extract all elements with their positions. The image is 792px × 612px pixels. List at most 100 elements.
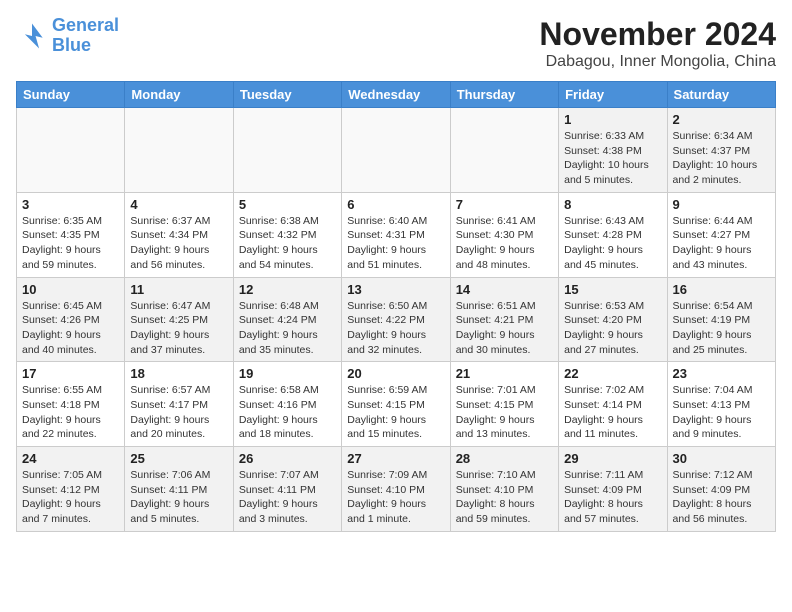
calendar-cell: 16Sunrise: 6:54 AM Sunset: 4:19 PM Dayli… — [667, 277, 775, 362]
logo-icon — [16, 20, 48, 52]
day-info: Sunrise: 7:06 AM Sunset: 4:11 PM Dayligh… — [130, 468, 227, 527]
day-number: 22 — [564, 366, 661, 381]
calendar-cell — [17, 108, 125, 193]
weekday-header: Wednesday — [342, 82, 450, 108]
calendar-cell — [450, 108, 558, 193]
calendar-cell: 4Sunrise: 6:37 AM Sunset: 4:34 PM Daylig… — [125, 192, 233, 277]
day-info: Sunrise: 6:45 AM Sunset: 4:26 PM Dayligh… — [22, 299, 119, 358]
calendar-cell: 12 Sunrise: 6:48 AM Sunset: 4:24 PM Dayli… — [233, 277, 341, 362]
logo: General Blue — [16, 16, 119, 56]
day-info: Sunrise: 6:57 AM Sunset: 4:17 PM Dayligh… — [130, 383, 227, 442]
calendar-cell: 22 Sunrise: 7:02 AM Sunset: 4:14 PM Dayli… — [559, 362, 667, 447]
day-number: 14 — [456, 282, 553, 297]
day-number: 11 — [130, 282, 227, 297]
calendar-cell: 13 Sunrise: 6:50 AM Sunset: 4:22 PM Dayli… — [342, 277, 450, 362]
day-number: 10 — [22, 282, 119, 297]
calendar-cell: 20 Sunrise: 6:59 AM Sunset: 4:15 PM Dayli… — [342, 362, 450, 447]
calendar-cell: 3Sunrise: 6:35 AM Sunset: 4:35 PM Daylig… — [17, 192, 125, 277]
day-number: 9 — [673, 197, 770, 212]
calendar-cell: 8 Sunrise: 6:43 AM Sunset: 4:28 PM Daylig… — [559, 192, 667, 277]
page-header: General Blue November 2024 Dabagou, Inne… — [16, 16, 776, 71]
calendar-cell: 30 Sunrise: 7:12 AM Sunset: 4:09 PM Dayli… — [667, 447, 775, 532]
calendar-cell: 15 Sunrise: 6:53 AM Sunset: 4:20 PM Dayli… — [559, 277, 667, 362]
calendar-week-row: 24 Sunrise: 7:05 AM Sunset: 4:12 PM Dayli… — [17, 447, 776, 532]
day-info: Sunrise: 6:43 AM Sunset: 4:28 PM Dayligh… — [564, 214, 661, 273]
calendar-title: November 2024 — [539, 16, 776, 53]
day-info: Sunrise: 6:54 AM Sunset: 4:19 PM Dayligh… — [673, 299, 770, 358]
day-info: Sunrise: 6:50 AM Sunset: 4:22 PM Dayligh… — [347, 299, 444, 358]
day-number: 21 — [456, 366, 553, 381]
day-info: Sunrise: 7:02 AM Sunset: 4:14 PM Dayligh… — [564, 383, 661, 442]
day-number: 1 — [564, 112, 661, 127]
day-info: Sunrise: 6:51 AM Sunset: 4:21 PM Dayligh… — [456, 299, 553, 358]
day-number: 7 — [456, 197, 553, 212]
day-info: Sunrise: 6:58 AM Sunset: 4:16 PM Dayligh… — [239, 383, 336, 442]
day-info: Sunrise: 7:01 AM Sunset: 4:15 PM Dayligh… — [456, 383, 553, 442]
calendar-cell: 9 Sunrise: 6:44 AM Sunset: 4:27 PM Daylig… — [667, 192, 775, 277]
logo-line2: Blue — [52, 35, 91, 55]
day-number: 4 — [130, 197, 227, 212]
day-info: Sunrise: 7:11 AM Sunset: 4:09 PM Dayligh… — [564, 468, 661, 527]
day-number: 15 — [564, 282, 661, 297]
weekday-header: Saturday — [667, 82, 775, 108]
calendar-subtitle: Dabagou, Inner Mongolia, China — [539, 53, 776, 71]
day-number: 3 — [22, 197, 119, 212]
day-number: 2 — [673, 112, 770, 127]
day-info: Sunrise: 6:44 AM Sunset: 4:27 PM Dayligh… — [673, 214, 770, 273]
calendar-cell: 1Sunrise: 6:33 AM Sunset: 4:38 PM Daylig… — [559, 108, 667, 193]
day-number: 13 — [347, 282, 444, 297]
calendar-cell: 27 Sunrise: 7:09 AM Sunset: 4:10 PM Dayli… — [342, 447, 450, 532]
calendar-cell: 21 Sunrise: 7:01 AM Sunset: 4:15 PM Dayli… — [450, 362, 558, 447]
day-info: Sunrise: 6:48 AM Sunset: 4:24 PM Dayligh… — [239, 299, 336, 358]
day-number: 24 — [22, 451, 119, 466]
day-info: Sunrise: 6:40 AM Sunset: 4:31 PM Dayligh… — [347, 214, 444, 273]
calendar-cell: 14 Sunrise: 6:51 AM Sunset: 4:21 PM Dayli… — [450, 277, 558, 362]
day-number: 25 — [130, 451, 227, 466]
day-info: Sunrise: 6:47 AM Sunset: 4:25 PM Dayligh… — [130, 299, 227, 358]
day-info: Sunrise: 7:10 AM Sunset: 4:10 PM Dayligh… — [456, 468, 553, 527]
day-info: Sunrise: 7:07 AM Sunset: 4:11 PM Dayligh… — [239, 468, 336, 527]
calendar-cell: 17Sunrise: 6:55 AM Sunset: 4:18 PM Dayli… — [17, 362, 125, 447]
calendar-cell — [125, 108, 233, 193]
calendar-cell: 24 Sunrise: 7:05 AM Sunset: 4:12 PM Dayli… — [17, 447, 125, 532]
logo-text: General Blue — [52, 16, 119, 56]
day-info: Sunrise: 6:59 AM Sunset: 4:15 PM Dayligh… — [347, 383, 444, 442]
calendar-cell: 10 Sunrise: 6:45 AM Sunset: 4:26 PM Dayli… — [17, 277, 125, 362]
day-info: Sunrise: 6:55 AM Sunset: 4:18 PM Dayligh… — [22, 383, 119, 442]
calendar-week-row: 10 Sunrise: 6:45 AM Sunset: 4:26 PM Dayli… — [17, 277, 776, 362]
weekday-header: Monday — [125, 82, 233, 108]
weekday-header: Thursday — [450, 82, 558, 108]
calendar-cell: 29 Sunrise: 7:11 AM Sunset: 4:09 PM Dayli… — [559, 447, 667, 532]
day-info: Sunrise: 6:38 AM Sunset: 4:32 PM Dayligh… — [239, 214, 336, 273]
day-number: 29 — [564, 451, 661, 466]
calendar-cell: 18Sunrise: 6:57 AM Sunset: 4:17 PM Dayli… — [125, 362, 233, 447]
calendar-cell: 11 Sunrise: 6:47 AM Sunset: 4:25 PM Dayli… — [125, 277, 233, 362]
calendar-week-row: 17Sunrise: 6:55 AM Sunset: 4:18 PM Dayli… — [17, 362, 776, 447]
day-info: Sunrise: 7:09 AM Sunset: 4:10 PM Dayligh… — [347, 468, 444, 527]
day-number: 5 — [239, 197, 336, 212]
calendar-cell: 23 Sunrise: 7:04 AM Sunset: 4:13 PM Dayli… — [667, 362, 775, 447]
day-number: 27 — [347, 451, 444, 466]
day-info: Sunrise: 7:04 AM Sunset: 4:13 PM Dayligh… — [673, 383, 770, 442]
calendar-cell: 26Sunrise: 7:07 AM Sunset: 4:11 PM Dayli… — [233, 447, 341, 532]
day-info: Sunrise: 6:34 AM Sunset: 4:37 PM Dayligh… — [673, 129, 770, 188]
day-info: Sunrise: 7:12 AM Sunset: 4:09 PM Dayligh… — [673, 468, 770, 527]
day-number: 12 — [239, 282, 336, 297]
day-number: 8 — [564, 197, 661, 212]
day-number: 20 — [347, 366, 444, 381]
day-info: Sunrise: 7:05 AM Sunset: 4:12 PM Dayligh… — [22, 468, 119, 527]
calendar-cell: 7Sunrise: 6:41 AM Sunset: 4:30 PM Daylig… — [450, 192, 558, 277]
calendar-week-row: 1Sunrise: 6:33 AM Sunset: 4:38 PM Daylig… — [17, 108, 776, 193]
weekday-header-row: SundayMondayTuesdayWednesdayThursdayFrid… — [17, 82, 776, 108]
day-number: 30 — [673, 451, 770, 466]
calendar-title-block: November 2024 Dabagou, Inner Mongolia, C… — [539, 16, 776, 71]
weekday-header: Sunday — [17, 82, 125, 108]
weekday-header: Friday — [559, 82, 667, 108]
calendar-cell: 28Sunrise: 7:10 AM Sunset: 4:10 PM Dayli… — [450, 447, 558, 532]
logo-line1: General — [52, 15, 119, 35]
day-number: 23 — [673, 366, 770, 381]
day-info: Sunrise: 6:53 AM Sunset: 4:20 PM Dayligh… — [564, 299, 661, 358]
calendar-cell — [233, 108, 341, 193]
calendar-cell: 5 Sunrise: 6:38 AM Sunset: 4:32 PM Daylig… — [233, 192, 341, 277]
calendar-cell: 19Sunrise: 6:58 AM Sunset: 4:16 PM Dayli… — [233, 362, 341, 447]
